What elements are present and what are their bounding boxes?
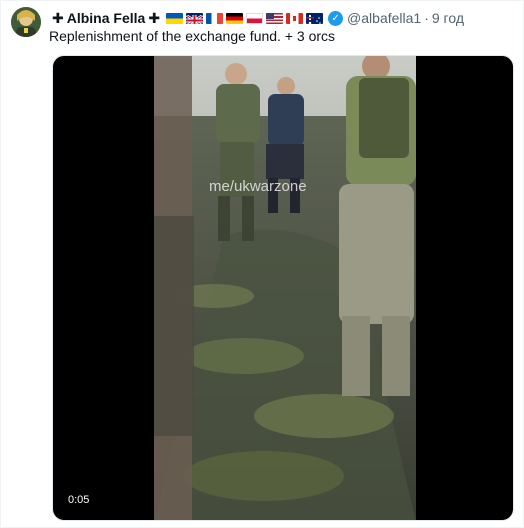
video-watermark: me/ukwarzone	[209, 178, 307, 195]
display-name[interactable]: Albina Fella	[67, 10, 146, 26]
avatar[interactable]	[11, 7, 41, 37]
france-flag-icon	[206, 12, 224, 24]
tweet-header: ✚ Albina Fella ✚ ✓ @albafella1 · 9 год	[49, 8, 464, 28]
verified-badge-icon: ✓	[328, 10, 344, 26]
usa-flag-icon	[266, 12, 284, 24]
avatar-image	[11, 7, 41, 37]
uk-flag-icon	[186, 12, 204, 24]
video-player[interactable]: me/ukwarzone 0:05	[52, 55, 514, 521]
cross-right: ✚	[148, 9, 161, 26]
separator-dot: ·	[424, 10, 429, 26]
user-handle[interactable]: @albafella1	[347, 10, 421, 26]
video-frame[interactable]: me/ukwarzone	[154, 56, 416, 520]
australia-flag-icon	[306, 12, 324, 24]
flag-emojis	[166, 12, 324, 24]
tweet-timestamp[interactable]: 9 год	[432, 10, 464, 26]
tweet-text: Replenishment of the exchange fund. + 3 …	[49, 28, 336, 44]
canada-flag-icon	[286, 12, 304, 24]
germany-flag-icon	[226, 12, 244, 24]
tweet-card[interactable]: ✚ Albina Fella ✚ ✓ @albafella1 · 9 год R	[0, 0, 524, 528]
poland-flag-icon	[246, 12, 264, 24]
cross-left: ✚	[52, 9, 64, 26]
video-duration: 0:05	[63, 492, 95, 508]
ukraine-flag-icon	[166, 12, 184, 24]
video-thumbnail: me/ukwarzone	[154, 56, 416, 520]
